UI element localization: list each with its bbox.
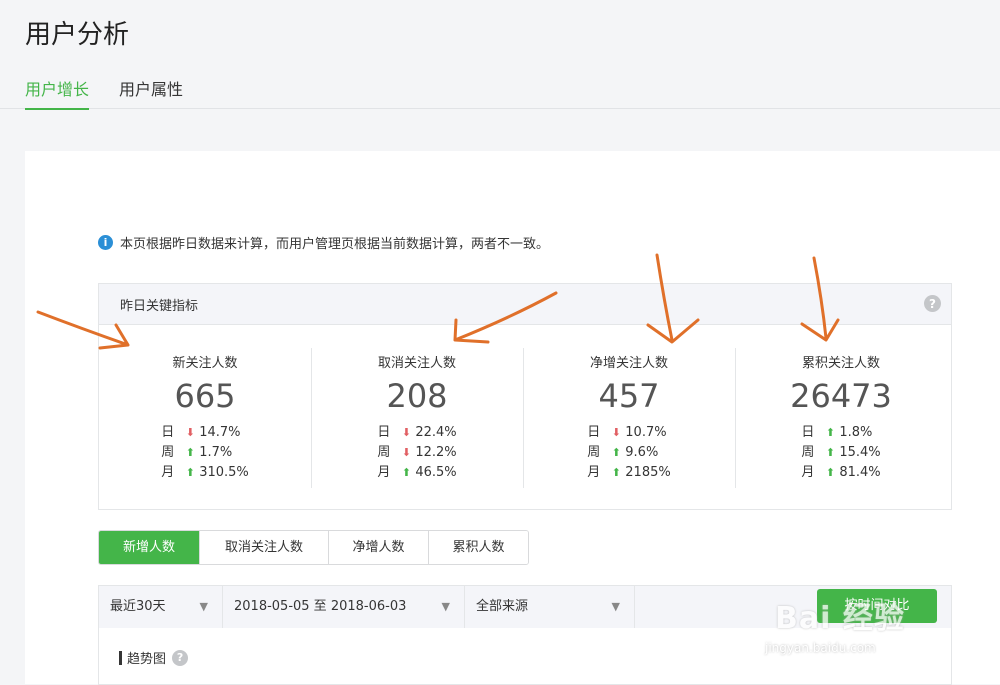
annotation-arrow-1 bbox=[36, 310, 130, 350]
watermark-logo: Bai 经验 bbox=[775, 601, 905, 636]
watermark-site: jingyan.baidu.com bbox=[765, 641, 876, 655]
annotation-arrow-3 bbox=[646, 253, 700, 344]
annotation-arrow-4 bbox=[800, 256, 840, 342]
annotation-arrow-2 bbox=[453, 291, 558, 344]
watermark: Bai 经验 jingyan.baidu.com bbox=[765, 575, 965, 665]
